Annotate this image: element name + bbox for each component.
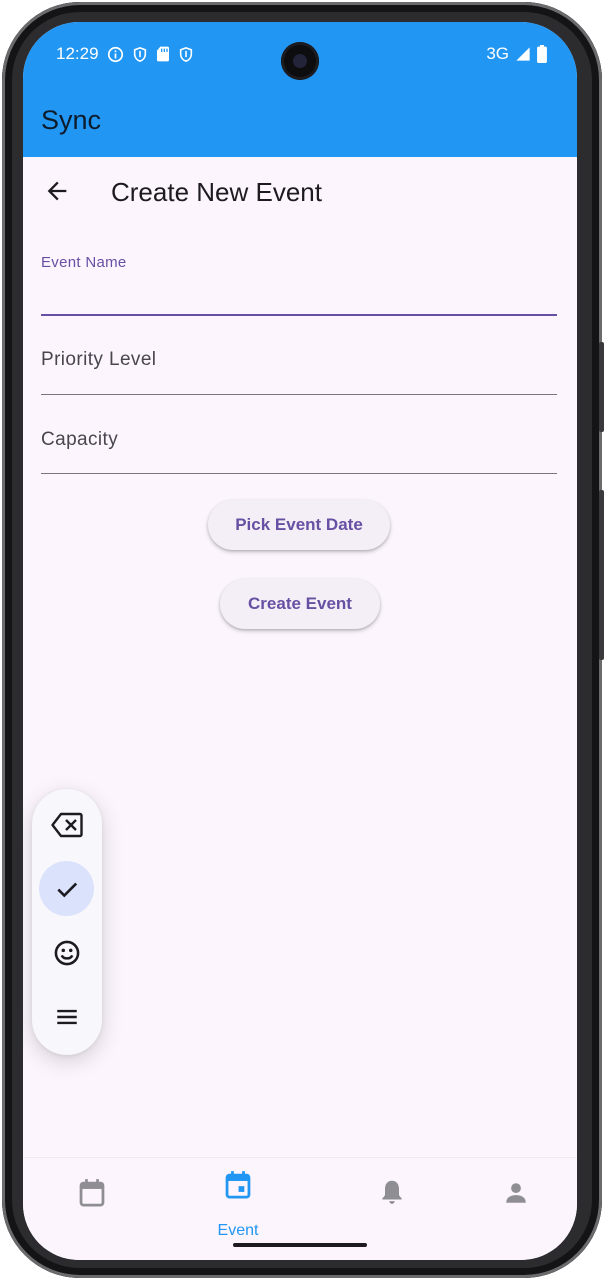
backspace-icon [50,812,83,837]
capacity-label: Capacity [41,429,119,450]
front-camera [281,42,319,80]
check-icon [56,882,77,897]
arrow-back-icon [47,181,67,201]
priority-level-underline [41,394,557,395]
sd-card-icon [156,46,169,62]
backspace-button[interactable] [39,797,94,852]
power-button [599,490,604,660]
create-event-button[interactable]: Create Event [220,579,380,629]
shield-icon [179,46,192,62]
page-title: Create New Event [111,177,322,207]
person-icon [506,1183,526,1203]
nav-item-calendar[interactable] [23,1158,161,1248]
emoji-button[interactable] [39,925,94,980]
pick-event-date-button[interactable]: Pick Event Date [208,500,390,550]
menu-button[interactable] [39,989,94,1044]
priority-level-label: Priority Level [41,349,157,370]
status-bar: 12:29 3G [23,22,577,88]
event-icon [225,1171,251,1199]
event-name-field[interactable]: Event Name [41,254,557,316]
capacity-field[interactable]: Capacity [41,412,557,476]
network-type: 3G [486,44,509,63]
bell-icon [382,1180,402,1204]
shield-icon [133,46,146,62]
signal-icon [516,47,530,61]
event-name-input[interactable] [41,278,557,310]
info-icon [107,46,123,62]
nav-label-event: Event [217,1222,259,1239]
nav-item-event[interactable]: Event [169,1158,307,1248]
event-name-label: Event Name [41,254,127,271]
event-name-underline [41,314,557,316]
keyboard-floating-toolbar [32,789,102,1055]
app-bar: 12:29 3G Sync [23,22,577,157]
menu-icon [56,1009,77,1024]
calendar-icon [79,1179,105,1207]
done-button[interactable] [39,861,94,916]
home-indicator[interactable] [233,1243,367,1247]
emoji-icon [54,940,79,965]
screen: 12:29 3G Sync Create New Event Event Nam… [23,22,577,1260]
nav-item-notifications[interactable] [323,1158,461,1248]
page-header: Create New Event [23,157,577,227]
priority-level-field[interactable]: Priority Level [41,332,557,396]
volume-button [599,342,604,432]
status-time: 12:29 [56,44,99,63]
battery-icon [537,45,547,63]
app-title: Sync [41,105,102,135]
back-button[interactable] [43,177,71,205]
nav-item-profile[interactable] [447,1158,577,1248]
capacity-underline [41,473,557,474]
